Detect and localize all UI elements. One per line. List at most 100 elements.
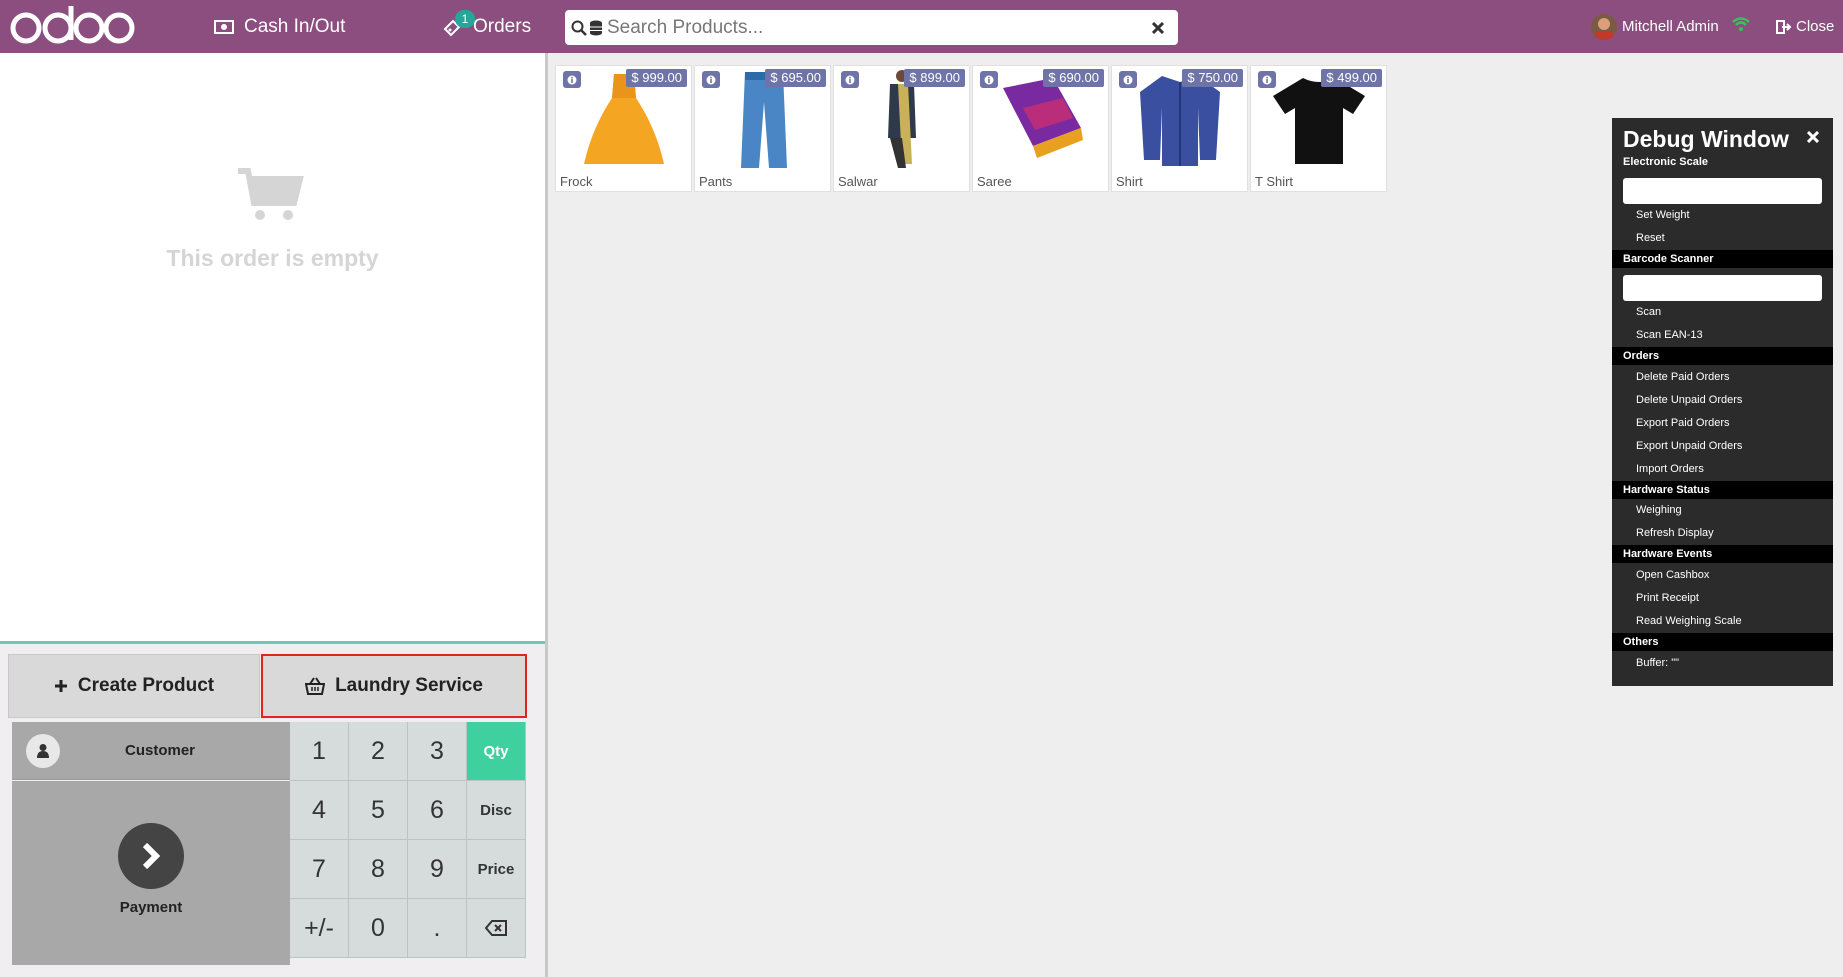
refresh-display-button[interactable]: Refresh Display [1636,527,1714,539]
debug-close-button[interactable] [1806,130,1820,148]
debug-window: Debug Window Electronic Scale Set Weight… [1612,118,1833,686]
control-panel: Create Product Laundry Service Customer … [0,644,545,977]
read-weighing-scale-button[interactable]: Read Weighing Scale [1636,615,1742,627]
search-icon [571,20,587,36]
export-unpaid-orders-button[interactable]: Export Unpaid Orders [1636,440,1742,452]
info-icon[interactable] [1119,71,1137,88]
user-name: Mitchell Admin [1622,18,1719,35]
info-icon[interactable] [1258,71,1276,88]
user-menu[interactable]: Mitchell Admin [1591,0,1719,53]
product-card-tshirt[interactable]: $ 499.00 T Shirt [1250,65,1387,192]
info-icon[interactable] [841,71,859,88]
weight-input[interactable] [1623,178,1822,204]
avatar [1591,13,1617,40]
barcode-scanner-heading: Barcode Scanner [1612,250,1833,268]
reset-button[interactable]: Reset [1636,232,1665,244]
clear-search-button[interactable] [1138,10,1178,45]
import-orders-button[interactable]: Import Orders [1636,463,1704,475]
orders-button[interactable]: 1 Orders [441,0,531,53]
electronic-scale-heading: Electronic Scale [1623,156,1708,168]
delete-paid-orders-button[interactable]: Delete Paid Orders [1636,371,1730,383]
user-icon [26,733,60,768]
product-price: $ 899.00 [904,69,965,87]
barcode-input[interactable] [1623,275,1822,301]
scan-ean13-button[interactable]: Scan EAN-13 [1636,329,1703,341]
customer-label: Customer [124,742,195,759]
product-price: $ 999.00 [626,69,687,87]
orders-heading: Orders [1612,347,1833,365]
search-input[interactable] [607,16,1138,39]
payment-label: Payment [119,899,183,916]
close-icon [1806,130,1820,144]
numpad-key-4[interactable]: 4 [290,781,349,840]
product-price: $ 499.00 [1321,69,1382,87]
plus-icon [54,680,67,692]
product-name: Salwar [838,174,878,189]
numpad-area: Customer Payment 1 2 3 Qty 4 5 6 Disc 7 … [12,722,528,965]
product-card-salwar[interactable]: $ 899.00 Salwar [833,65,970,192]
product-card-pants[interactable]: $ 695.00 Pants [694,65,831,192]
info-icon[interactable] [980,71,998,88]
create-product-button[interactable]: Create Product [8,654,260,718]
numpad-key-5[interactable]: 5 [349,781,408,840]
numpad-key-6[interactable]: 6 [408,781,467,840]
numpad-key-plus-minus[interactable]: +/- [290,899,349,958]
disc-mode-button[interactable]: Disc [467,781,526,840]
cash-in-out-button[interactable]: Cash In/Out [214,0,345,53]
shopping-cart-icon [236,167,304,229]
info-icon[interactable] [702,71,720,88]
search-bar [565,10,1178,45]
product-price: $ 695.00 [765,69,826,87]
set-weight-button[interactable]: Set Weight [1636,209,1690,221]
backspace-icon [485,920,507,936]
wifi-icon[interactable] [1731,16,1751,36]
scan-button[interactable]: Scan [1636,306,1661,318]
top-bar: Cash In/Out 1 Orders Mitchell Admin Clos… [0,0,1843,53]
money-icon [214,19,234,34]
numpad-key-7[interactable]: 7 [290,840,349,899]
numpad-key-9[interactable]: 9 [408,840,467,899]
product-card-frock[interactable]: $ 999.00 Frock [555,65,692,192]
hardware-events-heading: Hardware Events [1612,545,1833,563]
others-heading: Others [1612,633,1833,651]
chevron-right-icon [118,823,184,889]
customer-button[interactable]: Customer [12,722,290,780]
product-card-shirt[interactable]: $ 750.00 Shirt [1111,65,1248,192]
weighing-status[interactable]: Weighing [1636,504,1682,516]
create-product-label: Create Product [77,675,215,696]
laundry-service-label: Laundry Service [335,675,483,696]
backspace-button[interactable] [467,899,526,958]
close-session-button[interactable]: Close [1776,0,1834,53]
delete-unpaid-orders-button[interactable]: Delete Unpaid Orders [1636,394,1742,406]
product-price: $ 690.00 [1043,69,1104,87]
product-name: Shirt [1116,174,1143,189]
numpad-key-0[interactable]: 0 [349,899,408,958]
buffer-value: Buffer: "" [1636,657,1680,669]
product-price: $ 750.00 [1182,69,1243,87]
export-paid-orders-button[interactable]: Export Paid Orders [1636,417,1730,429]
print-receipt-button[interactable]: Print Receipt [1636,592,1699,604]
empty-order-text: This order is empty [166,245,379,271]
hardware-status-heading: Hardware Status [1612,481,1833,499]
numpad-key-3[interactable]: 3 [408,722,467,781]
numpad-key-dot[interactable]: . [408,899,467,958]
product-card-saree[interactable]: $ 690.00 Saree [972,65,1109,192]
info-icon[interactable] [563,71,581,88]
orders-label: Orders [473,15,532,37]
numpad-key-1[interactable]: 1 [290,722,349,781]
open-cashbox-button[interactable]: Open Cashbox [1636,569,1709,581]
close-label: Close [1796,18,1835,35]
debug-title: Debug Window [1623,126,1789,152]
price-mode-button[interactable]: Price [467,840,526,899]
odoo-logo [6,2,136,52]
numpad-key-8[interactable]: 8 [349,840,408,899]
numpad-key-2[interactable]: 2 [349,722,408,781]
orders-count-badge: 1 [455,10,475,28]
payment-button[interactable]: Payment [12,781,290,965]
cash-in-out-label: Cash In/Out [244,15,346,37]
pane-divider [545,53,548,977]
qty-mode-button[interactable]: Qty [467,722,526,781]
product-name: Frock [560,174,593,189]
laundry-service-button[interactable]: Laundry Service [261,654,527,718]
product-name: T Shirt [1255,174,1294,189]
